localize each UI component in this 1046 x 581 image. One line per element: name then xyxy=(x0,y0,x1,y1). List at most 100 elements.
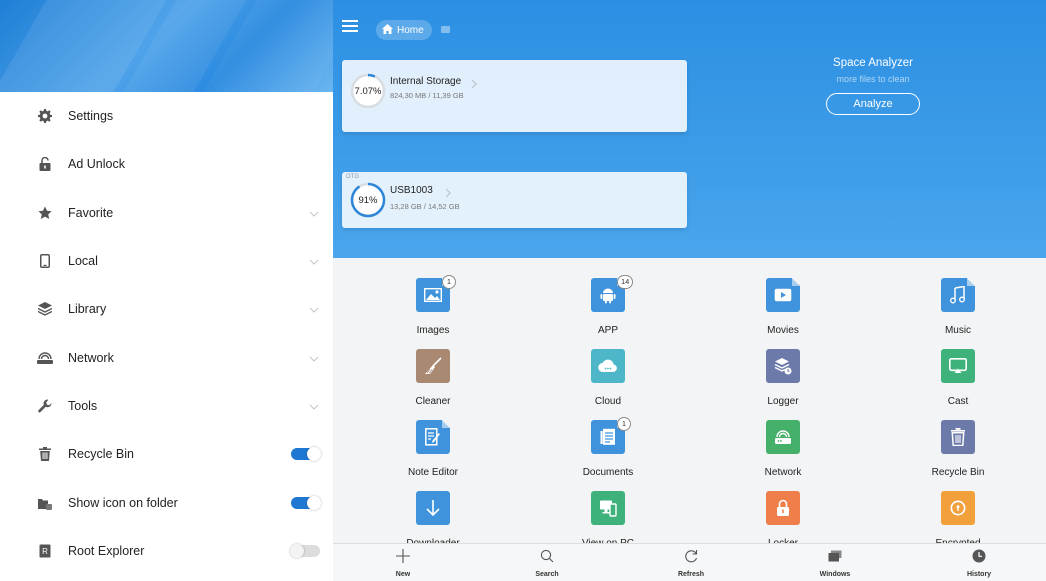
top-bar: Home xyxy=(333,0,1046,50)
sidebar-item-recycle-bin[interactable]: Recycle Bin xyxy=(0,430,333,478)
app-tile-label: Cast xyxy=(947,396,969,407)
router-icon xyxy=(766,420,800,454)
app-grid: 1 Images 14 APP Movies Music Cleaner Clo… xyxy=(333,258,1046,549)
sidebar-item-favorite[interactable]: Favorite xyxy=(0,189,333,237)
toggle-knob xyxy=(307,447,321,462)
otg-label: OTG xyxy=(346,174,359,180)
analyze-button[interactable]: Analyze xyxy=(826,93,920,115)
chevron-down-icon[interactable] xyxy=(309,204,319,222)
history-button[interactable]: History xyxy=(939,544,1019,581)
sidebar-item-label: Network xyxy=(68,350,114,365)
encrypted-icon xyxy=(941,491,975,525)
app-tile-label: Cleaner xyxy=(415,396,451,407)
phone-icon xyxy=(37,253,53,269)
root-explorer-toggle[interactable] xyxy=(290,543,320,558)
trash-icon xyxy=(941,420,975,454)
search-icon xyxy=(539,548,555,564)
app-tile-downloader[interactable]: Downloader xyxy=(373,480,493,550)
internal-storage-card[interactable]: 7.07% Internal Storage 824,30 MB / 11,39… xyxy=(342,60,687,132)
wrench-icon xyxy=(37,398,53,414)
toggle-knob xyxy=(307,495,321,510)
search-button[interactable]: Search xyxy=(507,544,587,581)
sidebar-item-tools[interactable]: Tools xyxy=(0,382,333,430)
layers-icon xyxy=(37,301,53,317)
app-tile-cast[interactable]: Cast xyxy=(898,338,1018,408)
bottom-toolbar: New Search Refresh Windows History xyxy=(333,543,1046,581)
app-tile-label: Recycle Bin xyxy=(931,467,985,478)
recycle-bin-toggle[interactable] xyxy=(291,447,321,462)
toolbar-label: History xyxy=(966,571,992,578)
unlock-icon xyxy=(37,156,53,172)
app-tile-movies[interactable]: Movies xyxy=(723,267,843,337)
app-tile-label: Music xyxy=(944,325,972,336)
sidebar-item-label: Ad Unlock xyxy=(68,157,125,172)
app-tile-label: Logger xyxy=(767,396,799,407)
chevron-down-icon[interactable] xyxy=(309,252,319,270)
app-tile-cloud[interactable]: Cloud xyxy=(548,338,668,408)
svg-text:R: R xyxy=(42,547,48,556)
toolbar-label: Windows xyxy=(819,571,851,578)
chevron-down-icon[interactable] xyxy=(309,397,319,415)
app-tile-label: Note Editor xyxy=(407,467,459,478)
documents-badge: 1 xyxy=(617,417,631,431)
download-icon xyxy=(416,491,450,525)
clock-icon xyxy=(971,548,987,564)
app-tile-label: Network xyxy=(764,467,802,478)
menu-icon[interactable] xyxy=(342,20,358,32)
pc-phone-icon xyxy=(591,491,625,525)
app-tile-app[interactable]: 14 APP xyxy=(548,267,668,337)
drawer-header xyxy=(0,0,333,92)
internal-storage-title: Internal Storage xyxy=(390,76,462,87)
app-tile-locker[interactable]: Locker xyxy=(723,480,843,550)
main-panel: Home 7.07% Internal Storage 824,30 MB / … xyxy=(333,0,1046,581)
chevron-right-icon xyxy=(445,185,451,203)
refresh-button[interactable]: Refresh xyxy=(651,544,731,581)
plus-icon xyxy=(395,548,411,564)
app-tile-documents[interactable]: 1 Documents xyxy=(548,409,668,479)
space-analyzer-title: Space Analyzer xyxy=(833,57,913,69)
images-badge: 1 xyxy=(442,275,456,289)
sidebar-item-local[interactable]: Local xyxy=(0,237,333,285)
sidebar-item-label: Tools xyxy=(68,398,98,413)
sidebar-item-label: Recycle Bin xyxy=(68,447,134,462)
app-tile-images[interactable]: 1 Images xyxy=(373,267,493,337)
gear-icon xyxy=(37,108,53,124)
usb-storage-title: USB1003 xyxy=(390,185,433,196)
breadcrumb-home[interactable]: Home xyxy=(376,20,432,40)
app-tile-view-on-pc[interactable]: View on PC xyxy=(548,480,668,550)
toolbar-label: Refresh xyxy=(677,571,705,578)
breadcrumb-separator xyxy=(441,26,450,33)
breadcrumb-label: Home xyxy=(397,24,424,36)
app-tile-network[interactable]: Network xyxy=(723,409,843,479)
new-button[interactable]: New xyxy=(363,544,443,581)
show-icon-on-folder-toggle[interactable] xyxy=(291,495,321,510)
sidebar-item-ad-unlock[interactable]: Ad Unlock xyxy=(0,140,333,188)
chevron-down-icon[interactable] xyxy=(309,349,319,367)
cloud-icon xyxy=(591,349,625,383)
app-tile-label: Movies xyxy=(767,325,799,336)
app-tile-recycle-bin[interactable]: Recycle Bin xyxy=(898,409,1018,479)
sidebar-item-label: Root Explorer xyxy=(68,543,145,558)
sidebar-item-label: Local xyxy=(68,254,98,269)
drawer-menu: Settings Ad Unlock Favorite Local Librar… xyxy=(0,92,333,575)
chevron-right-icon xyxy=(471,76,477,94)
sidebar-item-show-icon-on-folder[interactable]: Show icon on folder xyxy=(0,478,333,526)
sidebar-item-network[interactable]: Network xyxy=(0,333,333,381)
usb-storage-percent: 91% xyxy=(358,194,378,206)
app-tile-note-editor[interactable]: Note Editor xyxy=(373,409,493,479)
app-tile-logger[interactable]: Logger xyxy=(723,338,843,408)
sidebar-item-library[interactable]: Library xyxy=(0,285,333,333)
chevron-down-icon[interactable] xyxy=(309,300,319,318)
usb-storage-card[interactable]: OTG 91% USB1003 13,28 GB / 14,52 GB xyxy=(342,172,687,228)
star-icon xyxy=(37,205,53,221)
sidebar-item-root-explorer[interactable]: R Root Explorer xyxy=(0,527,333,575)
windows-button[interactable]: Windows xyxy=(795,544,875,581)
app-tile-label: APP xyxy=(597,325,618,336)
refresh-icon xyxy=(683,548,699,564)
app-tile-cleaner[interactable]: Cleaner xyxy=(373,338,493,408)
app-tile-encrypted[interactable]: Encrypted xyxy=(898,480,1018,550)
sidebar-item-settings[interactable]: Settings xyxy=(0,92,333,140)
root-icon: R xyxy=(37,543,53,559)
app-tile-music[interactable]: Music xyxy=(898,267,1018,337)
space-analyzer-subtitle: more files to clean xyxy=(836,74,910,84)
